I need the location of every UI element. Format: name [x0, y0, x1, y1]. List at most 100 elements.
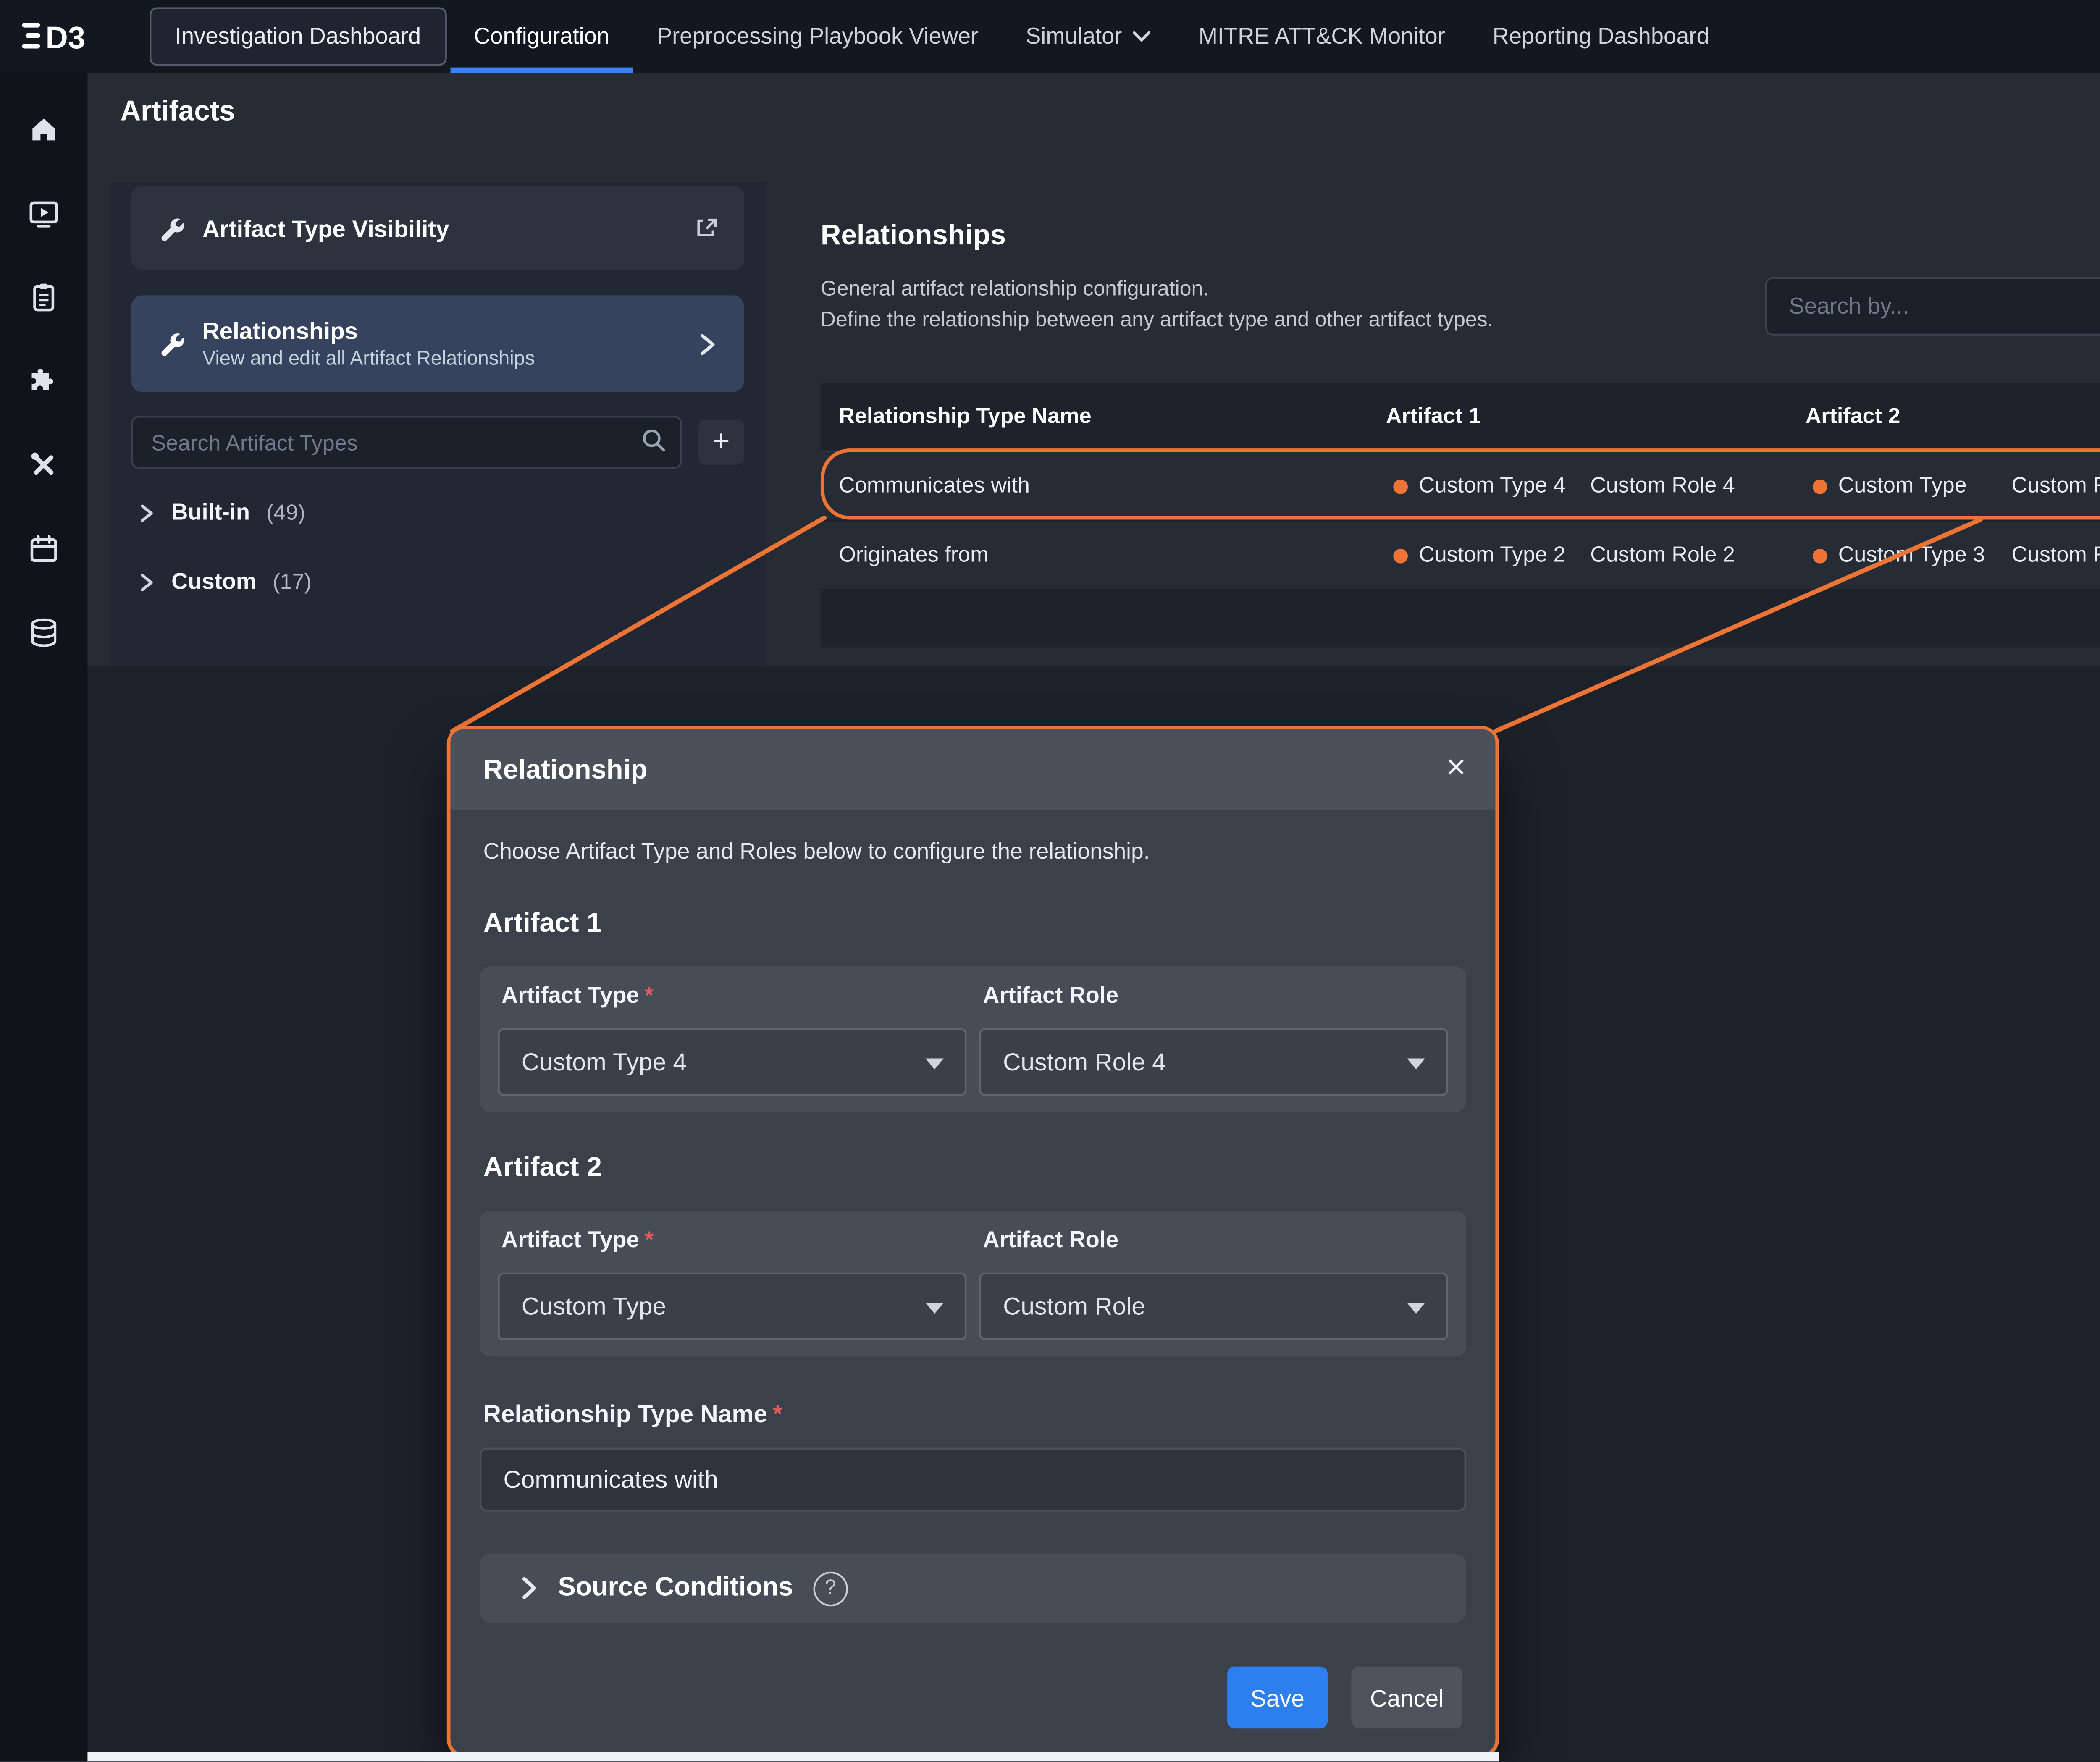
tab-reporting-dashboard[interactable]: Reporting Dashboard — [1469, 0, 1733, 73]
tab-label: Preprocessing Playbook Viewer — [657, 24, 978, 49]
chevron-right-icon — [139, 572, 155, 592]
tab-mitre-attck-monitor[interactable]: MITRE ATT&CK Monitor — [1175, 0, 1469, 73]
modal-header: Relationship × — [450, 729, 1495, 810]
chevron-right-icon — [697, 331, 719, 357]
artifact2-panel: Artifact Type* Artifact Role Custom Type… — [480, 1211, 1466, 1356]
card-title: Artifact Type Visibility — [202, 214, 449, 241]
artifact1-role: Custom Role 4 — [1590, 452, 1735, 520]
main-tabs: Investigation Dashboard Configuration Pr… — [146, 0, 1733, 73]
column-artifact-1: Artifact 1 — [1386, 383, 1481, 451]
content-area: Artifacts Artifact Type Visibility — [87, 73, 2100, 666]
artifact1-type-dropdown[interactable]: Custom Type 4 — [498, 1028, 966, 1096]
relationship-name: Communicates with — [839, 452, 1030, 520]
database-icon[interactable] — [0, 591, 87, 675]
section-title: Relationships — [821, 220, 1006, 253]
left-icon-rail — [0, 73, 87, 1762]
artifact-type-visibility-card[interactable]: Artifact Type Visibility — [131, 186, 744, 270]
artifact1-type: Custom Type 4 — [1419, 452, 1565, 520]
modal-instruction: Choose Artifact Type and Roles below to … — [483, 839, 1150, 864]
artifact-type-dot — [1393, 548, 1408, 563]
group-count: (49) — [266, 500, 305, 525]
tab-label: Investigation Dashboard — [175, 24, 421, 49]
wrench-icon — [157, 330, 184, 357]
group-count: (17) — [273, 569, 312, 595]
card-subtitle: View and edit all Artifact Relationships — [202, 348, 535, 370]
page-title: Artifacts — [121, 97, 235, 129]
playbook-monitor-icon[interactable] — [0, 171, 87, 255]
required-asterisk: * — [773, 1400, 782, 1428]
relationship-type-name-label: Relationship Type Name* — [483, 1400, 782, 1428]
dropdown-value: Custom Role — [1003, 1293, 1145, 1320]
close-icon[interactable]: × — [1446, 746, 1466, 793]
artifact-type-dot — [1813, 548, 1827, 563]
modal-title: Relationship — [483, 754, 648, 785]
tools-icon[interactable] — [0, 423, 87, 507]
tab-label: Reporting Dashboard — [1493, 24, 1709, 49]
group-custom[interactable]: Custom (17) — [139, 569, 312, 595]
tab-simulator[interactable]: Simulator — [1002, 0, 1175, 73]
artifact-role-label: Artifact Role — [983, 983, 1118, 1008]
artifact1-type: Custom Type 2 — [1419, 522, 1565, 589]
cancel-button[interactable]: Cancel — [1351, 1667, 1462, 1729]
table-row[interactable]: Originates from Custom Type 2 Custom Rol… — [821, 522, 2100, 591]
artifact-type-dot — [1393, 479, 1408, 493]
chevron-down-icon — [1133, 29, 1151, 44]
artifact2-role: Custom Role 3 — [2011, 522, 2100, 589]
tab-label: MITRE ATT&CK Monitor — [1199, 24, 1445, 49]
artifact-role-label: Artifact Role — [983, 1227, 1118, 1253]
svg-text:D3: D3 — [46, 20, 85, 55]
relationships-card[interactable]: Relationships View and edit all Artifact… — [131, 295, 744, 392]
artifact1-panel: Artifact Type* Artifact Role Custom Type… — [480, 966, 1466, 1112]
tab-label: Configuration — [474, 24, 609, 49]
table-row[interactable]: Communicates with Custom Type 4 Custom R… — [821, 452, 2100, 522]
group-built-in[interactable]: Built-in (49) — [139, 500, 305, 525]
puzzle-icon[interactable] — [0, 339, 87, 423]
dropdown-value: Custom Type — [522, 1293, 666, 1320]
artifacts-sidebar: Artifact Type Visibility Relationships V… — [110, 182, 766, 666]
artifact1-role: Custom Role 2 — [1590, 522, 1735, 589]
tab-investigation-dashboard[interactable]: Investigation Dashboard — [150, 7, 446, 66]
artifact1-role-dropdown[interactable]: Custom Role 4 — [979, 1028, 1448, 1096]
required-asterisk: * — [645, 1227, 654, 1253]
plus-icon: + — [713, 426, 730, 459]
artifact-type-label: Artifact Type* — [501, 1227, 654, 1253]
group-label: Custom — [171, 569, 256, 595]
relationship-type-name-input[interactable] — [480, 1448, 1466, 1512]
chevron-down-icon — [1406, 1302, 1426, 1314]
artifact-types-search-input[interactable] — [131, 416, 682, 469]
artifact-type-dot — [1813, 479, 1827, 493]
dropdown-value: Custom Role 4 — [1003, 1049, 1166, 1076]
chevron-right-icon — [520, 1575, 538, 1601]
help-icon[interactable]: ? — [813, 1571, 848, 1605]
tab-label: Simulator — [1026, 24, 1122, 49]
bottom-white-strip — [0, 1752, 1499, 1762]
source-conditions-toggle[interactable]: Source Conditions ? — [480, 1553, 1466, 1623]
table-header: Relationship Type Name Artifact 1 Artifa… — [821, 383, 2100, 452]
search-icon — [640, 427, 667, 454]
dropdown-value: Custom Type 4 — [522, 1049, 687, 1076]
relationship-name: Originates from — [839, 522, 988, 589]
app-root: D3 Investigation Dashboard Configuration… — [0, 0, 2100, 1761]
section-description-2: Define the relationship between any arti… — [821, 310, 1494, 332]
calendar-icon[interactable] — [0, 507, 87, 591]
save-button[interactable]: Save — [1227, 1667, 1328, 1729]
wrench-icon — [157, 214, 184, 241]
home-icon[interactable] — [0, 87, 87, 171]
modal-actions: Save Cancel — [1227, 1667, 1462, 1729]
artifact2-heading: Artifact 2 — [483, 1152, 602, 1183]
tab-preprocessing-playbook-viewer[interactable]: Preprocessing Playbook Viewer — [633, 0, 1002, 73]
artifact2-type: Custom Type 3 — [1838, 522, 1985, 589]
artifact2-role-dropdown[interactable]: Custom Role — [979, 1273, 1448, 1340]
source-conditions-label: Source Conditions — [558, 1573, 793, 1602]
d3-logo: D3 — [22, 16, 109, 57]
add-artifact-type-button[interactable]: + — [698, 420, 744, 465]
relationships-search-input[interactable] — [1765, 277, 2100, 336]
tab-configuration[interactable]: Configuration — [450, 0, 633, 73]
required-asterisk: * — [645, 983, 654, 1008]
clipboard-icon[interactable] — [0, 255, 87, 339]
column-relationship-type-name: Relationship Type Name — [839, 383, 1091, 451]
artifact2-type-dropdown[interactable]: Custom Type — [498, 1273, 966, 1340]
chevron-down-icon — [1406, 1057, 1426, 1070]
chevron-right-icon — [139, 502, 155, 522]
top-navigation-bar: D3 Investigation Dashboard Configuration… — [0, 0, 2100, 73]
